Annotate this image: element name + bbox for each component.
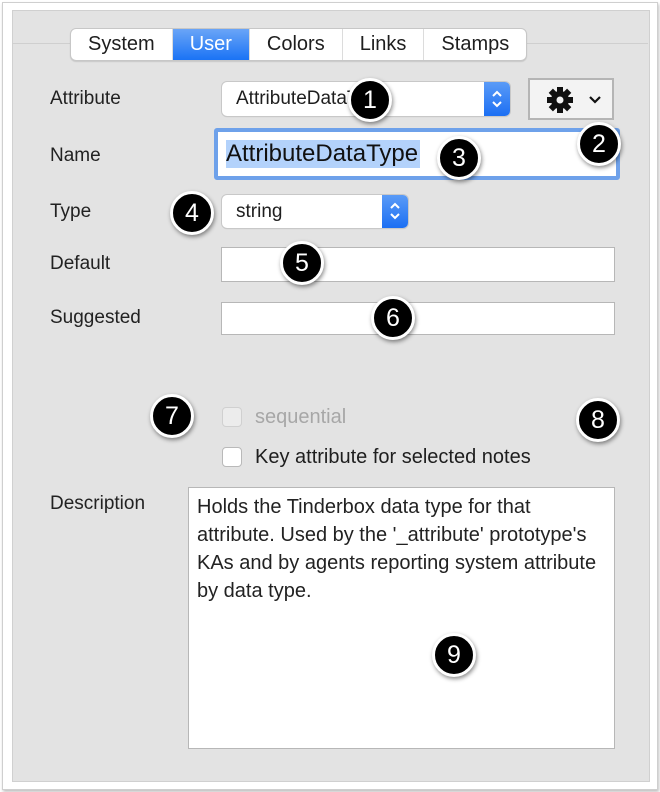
sequential-checkbox[interactable] bbox=[222, 407, 242, 427]
callout-badge-5: 5 bbox=[280, 241, 324, 285]
tab-bar: System User Colors Links Stamps bbox=[70, 28, 528, 61]
suggested-input[interactable] bbox=[221, 302, 615, 335]
gear-icon bbox=[546, 86, 574, 119]
sequential-label: sequential bbox=[255, 406, 347, 428]
updown-chevron-icon bbox=[484, 82, 510, 116]
tab-colors[interactable]: Colors bbox=[250, 29, 343, 60]
callout-badge-9: 9 bbox=[432, 633, 476, 677]
default-label: Default bbox=[50, 253, 111, 274]
callout-badge-8: 8 bbox=[576, 398, 620, 442]
attribute-label: Attribute bbox=[50, 88, 121, 109]
callout-badge-1: 1 bbox=[348, 78, 392, 122]
type-select-value: string bbox=[236, 201, 283, 222]
tab-user[interactable]: User bbox=[172, 29, 250, 60]
chevron-down-icon bbox=[588, 92, 602, 111]
tab-links[interactable]: Links bbox=[343, 29, 425, 60]
key-attribute-label: Key attribute for selected notes bbox=[255, 446, 531, 468]
type-select[interactable]: string bbox=[222, 195, 408, 228]
key-attribute-checkbox[interactable] bbox=[222, 447, 242, 467]
callout-badge-3: 3 bbox=[437, 136, 481, 180]
callout-badge-6: 6 bbox=[371, 296, 415, 340]
description-label: Description bbox=[50, 493, 146, 514]
callout-badge-7: 7 bbox=[150, 394, 194, 438]
updown-chevron-icon bbox=[382, 195, 408, 228]
type-label: Type bbox=[50, 201, 92, 222]
callout-badge-2: 2 bbox=[577, 122, 621, 166]
suggested-label: Suggested bbox=[50, 307, 141, 328]
name-label: Name bbox=[50, 145, 101, 166]
name-input[interactable]: AttributeDataType bbox=[214, 128, 620, 180]
description-textarea[interactable]: Holds the Tinderbox data type for that a… bbox=[188, 487, 615, 749]
name-input-selected-text: AttributeDataType bbox=[226, 140, 421, 168]
gear-menu-button[interactable] bbox=[528, 78, 614, 120]
callout-badge-4: 4 bbox=[170, 191, 214, 235]
tab-stamps[interactable]: Stamps bbox=[424, 29, 526, 60]
tab-system[interactable]: System bbox=[71, 29, 173, 60]
